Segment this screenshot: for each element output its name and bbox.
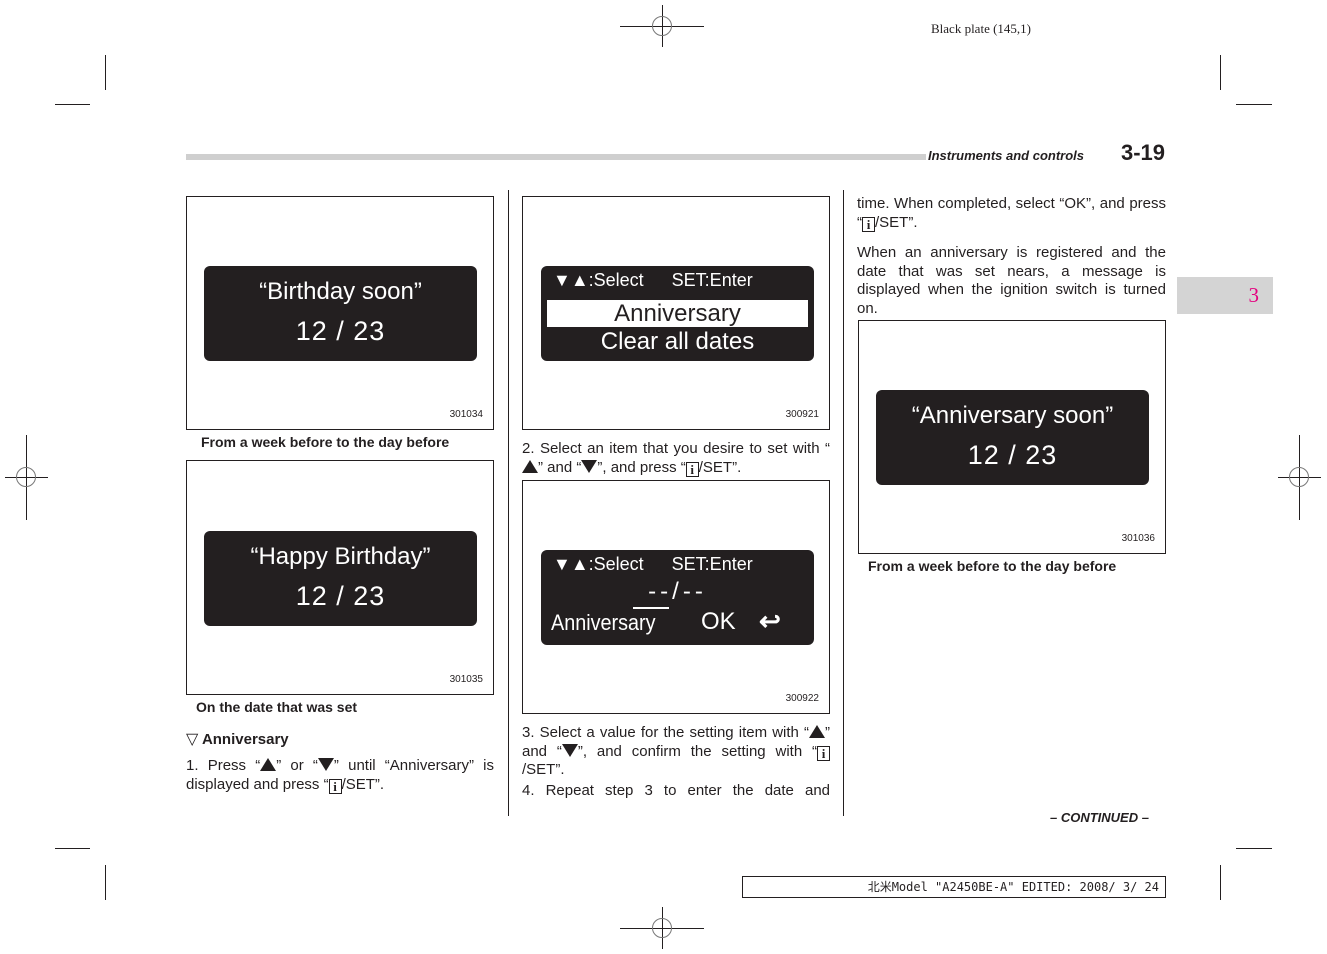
menu-item-selected: Anniversary: [547, 300, 808, 327]
info-button-icon: i: [328, 778, 342, 794]
figure-id: 301035: [449, 674, 483, 685]
display-header: ▼▲:Select SET:Enter: [553, 554, 753, 574]
return-icon: ↩: [759, 606, 781, 636]
figure-birthday-soon: “Birthday soon” 12 / 23 301034: [186, 196, 494, 430]
subheading-text: Anniversary: [201, 731, 289, 748]
figure-date-entry: ▼▲:Select SET:Enter --/-- Anniversary OK …: [522, 480, 830, 714]
figure-id: 301036: [1121, 533, 1155, 544]
plate-label: Black plate (145,1): [931, 21, 1031, 36]
chapter-tab: 3: [1177, 277, 1273, 314]
display-date: 12 / 23: [295, 581, 386, 611]
info-button-icon: i: [862, 216, 875, 232]
down-arrow-icon: [581, 459, 598, 473]
figure-caption: On the date that was set: [196, 699, 358, 715]
display-screen: “Birthday soon” 12 / 23: [204, 266, 477, 361]
info-button-icon: i: [817, 745, 830, 761]
column-divider: [843, 190, 844, 816]
down-arrow-icon: [561, 743, 578, 757]
anniversary-paragraph: When an anniversary is registered and th…: [857, 244, 1166, 317]
display-message: “Birthday soon”: [259, 278, 422, 305]
print-footer: 北米Model "A2450BE-A" EDITED: 2008/ 3/ 24: [742, 876, 1166, 898]
header-rule: [186, 154, 926, 160]
page-number: 3-19: [1121, 140, 1166, 165]
figure-id: 300921: [785, 409, 819, 420]
anniversary-label: Anniversary: [551, 610, 656, 635]
figure-menu-select: ▼▲:Select SET:Enter Anniversary Clear all…: [522, 196, 830, 430]
info-button-icon: i: [685, 461, 699, 477]
display-date: 12 / 23: [295, 316, 386, 346]
display-screen: ▼▲:Select SET:Enter Anniversary Clear all…: [541, 266, 814, 361]
cursor-underline: [633, 607, 669, 609]
down-arrow-icon: [317, 758, 334, 771]
column-divider: [508, 190, 509, 816]
up-arrow-icon: [260, 758, 277, 771]
display-screen: “Happy Birthday” 12 / 23: [204, 531, 477, 626]
date-field: --/--: [648, 578, 707, 605]
step-3: 3. Select a value for the setting item w…: [522, 724, 830, 778]
display-screen: “Anniversary soon” 12 / 23: [876, 390, 1149, 485]
display-screen: ▼▲:Select SET:Enter --/-- Anniversary OK …: [541, 550, 814, 645]
step-4-continued: time. When completed, select “OK”, and p…: [857, 195, 1166, 232]
figure-caption: From a week before to the day before: [201, 434, 450, 450]
section-title: Instruments and controls: [928, 148, 1085, 163]
up-arrow-icon: [809, 725, 825, 738]
display-message: “Anniversary soon”: [911, 402, 1114, 429]
continued-label: – CONTINUED –: [1050, 810, 1149, 825]
display-date: 12 / 23: [967, 440, 1058, 470]
ok-option: OK: [701, 608, 736, 635]
chapter-tab-number: 3: [1248, 283, 1260, 307]
step-4: 4. Repeat step 3 to enter the date and: [522, 782, 830, 799]
figure-anniversary-soon: “Anniversary soon” 12 / 23 301036: [858, 320, 1166, 554]
display-header: ▼▲:Select SET:Enter: [553, 270, 753, 290]
step-2: 2. Select an item that you desire to set…: [522, 440, 830, 477]
step-1: 1. Press “” or “” until “Anniversary” is…: [186, 757, 494, 794]
figure-happy-birthday: “Happy Birthday” 12 / 23 301035: [186, 460, 494, 695]
subheading-anniversary: ▽ Anniversary: [186, 729, 289, 749]
display-message: “Happy Birthday”: [250, 543, 431, 570]
up-arrow-icon: [522, 459, 538, 473]
menu-item: Clear all dates: [600, 328, 755, 355]
triangle-outline-icon: ▽: [186, 731, 199, 748]
figure-id: 301034: [449, 409, 483, 420]
figure-caption: From a week before to the day before: [868, 558, 1117, 574]
figure-id: 300922: [785, 693, 819, 704]
